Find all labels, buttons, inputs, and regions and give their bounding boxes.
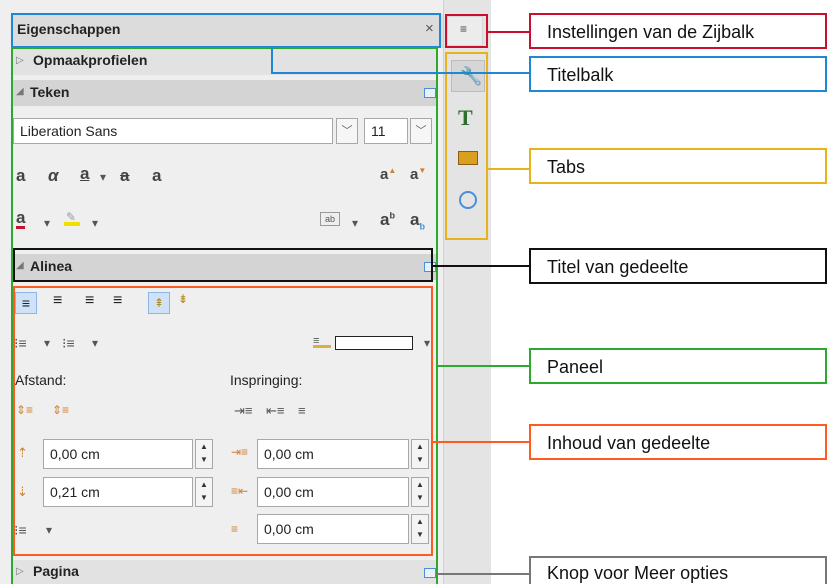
more-options-connector — [436, 573, 530, 575]
annotation-titlebar-text: Titelbalk — [547, 65, 614, 85]
tabs-highlight — [445, 52, 488, 240]
deck-title-highlight — [13, 248, 433, 282]
annotation-content-text: Inhoud van gedeelte — [547, 433, 711, 453]
annotation-more-options: Knop voor Meer opties — [529, 556, 827, 584]
tabs-connector — [488, 168, 530, 170]
titlebar-connector-h — [271, 72, 530, 74]
annotation-settings: Instellingen van de Zijbalk — [529, 13, 827, 49]
deck-title-connector — [433, 265, 530, 267]
annotation-titlebar: Titelbalk — [529, 56, 827, 92]
annotation-tabs-text: Tabs — [547, 157, 586, 177]
annotation-more-options-text: Knop voor Meer opties — [547, 563, 729, 583]
annotation-content: Inhoud van gedeelte — [529, 424, 827, 460]
annotation-panel-text: Paneel — [547, 357, 604, 377]
annotation-panel: Paneel — [529, 348, 827, 384]
titlebar-highlight — [11, 13, 441, 48]
panel-connector — [438, 365, 530, 367]
content-highlight — [13, 286, 433, 556]
titlebar-connector-v — [271, 48, 273, 73]
settings-connector — [488, 31, 530, 33]
settings-highlight — [445, 14, 488, 48]
annotation-deck-title-text: Titel van gedeelte — [547, 257, 689, 277]
content-connector — [433, 441, 530, 443]
annotation-settings-text: Instellingen van de Zijbalk — [547, 22, 755, 42]
annotation-tabs: Tabs — [529, 148, 827, 184]
annotation-deck-title: Titel van gedeelte — [529, 248, 827, 284]
